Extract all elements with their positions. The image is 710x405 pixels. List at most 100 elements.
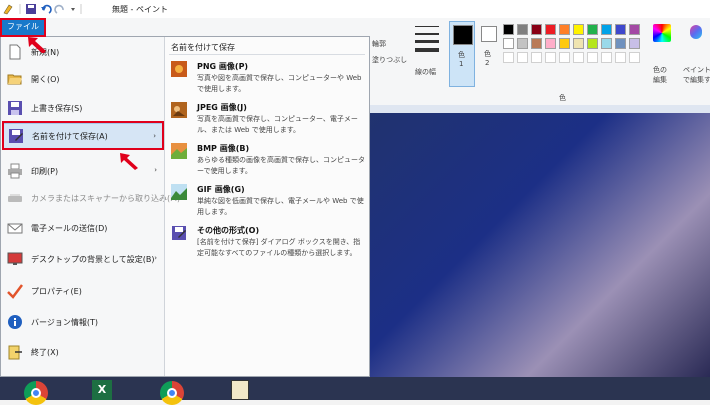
annotation-arrow-icon [28, 37, 46, 53]
custom-color-swatch[interactable] [559, 52, 570, 63]
fill-button[interactable]: 塗りつぶし [372, 55, 407, 65]
paint3d-label-1: ペイント [683, 66, 710, 74]
palette-swatch[interactable] [545, 38, 556, 49]
custom-color-swatch[interactable] [601, 52, 612, 63]
edit-colors-label-2: 編集 [653, 76, 667, 84]
save-as-jpeg[interactable]: JPEG 画像(J) 写真を高画質で保存し、コンピューター、電子メール、または … [171, 102, 366, 138]
color1-swatch [453, 25, 473, 45]
notepad-icon[interactable] [231, 380, 249, 400]
taskbar: X [0, 377, 710, 405]
other-formats-icon [172, 226, 186, 240]
canvas-edge [370, 105, 710, 113]
palette-swatch[interactable] [503, 38, 514, 49]
menu-item-email[interactable]: 電子メールの送信(D) [3, 215, 163, 241]
custom-color-swatch[interactable] [517, 52, 528, 63]
palette-swatch[interactable] [545, 24, 556, 35]
outline-button[interactable]: 輪郭 [372, 39, 386, 49]
custom-color-swatch[interactable] [503, 52, 514, 63]
submenu-divider [169, 54, 365, 55]
colors-group-label: 色 [559, 94, 566, 102]
palette-swatch[interactable] [615, 38, 626, 49]
canvas-background-image [370, 105, 710, 377]
window-title: 無題 - ペイント [112, 5, 168, 14]
edit-colors-label-1: 色の [653, 66, 667, 74]
custom-color-swatch[interactable] [587, 52, 598, 63]
save-as-other-formats[interactable]: その他の形式(O) [名前を付けて保存] ダイアログ ボックスを開き、指定可能な… [171, 225, 366, 261]
custom-color-swatch[interactable] [629, 52, 640, 63]
undo-icon [41, 4, 52, 14]
checkmark-icon [7, 284, 23, 299]
paint3d-icon [690, 25, 702, 39]
save-as-png[interactable]: PNG 画像(P) 写真や図を高画質で保存し、コンピューターや Web で使用し… [171, 61, 366, 97]
palette-swatch[interactable] [559, 24, 570, 35]
menu-item-about[interactable]: バージョン情報(T) [3, 309, 163, 335]
custom-color-swatch[interactable] [615, 52, 626, 63]
title-bar: 無題 - ペイント [0, 0, 710, 18]
palette-swatch[interactable] [559, 38, 570, 49]
color2-button[interactable]: 色 2 [477, 21, 501, 87]
png-image-icon [171, 61, 187, 77]
annotation-highlight-save-as [2, 121, 164, 150]
annotation-arrow-icon-2 [120, 153, 138, 170]
menu-item-scanner[interactable]: カメラまたはスキャナーから取り込み(M) [3, 185, 180, 211]
edit-colors-button[interactable]: 色の 編集 [649, 21, 675, 87]
palette-swatch[interactable] [573, 38, 584, 49]
exit-icon [8, 345, 22, 360]
email-icon [7, 223, 23, 234]
palette-swatch[interactable] [573, 24, 584, 35]
menu-item-save[interactable]: 上書き保存(S) [3, 95, 163, 121]
palette-swatch[interactable] [601, 38, 612, 49]
menu-item-properties[interactable]: プロパティ(E) [3, 278, 163, 304]
gif-image-icon [171, 184, 187, 200]
redo-icon [54, 4, 64, 14]
submenu-arrow-icon: › [154, 254, 157, 262]
color-wheel-icon [653, 24, 671, 42]
custom-color-swatch[interactable] [545, 52, 556, 63]
custom-color-swatch[interactable] [531, 52, 542, 63]
menu-item-desktop-background[interactable]: デスクトップの背景として設定(B) › [3, 246, 163, 272]
save-icon [8, 101, 22, 115]
size-label: 線の幅 [415, 68, 436, 76]
size-button[interactable]: 線の幅 [412, 22, 442, 84]
color2-label: 色 [484, 50, 491, 58]
edit-with-paint3d-button[interactable]: ペイント で編集す [680, 21, 710, 87]
save-as-gif[interactable]: GIF 画像(G) 単純な図を低画質で保存し、電子メールや Web で使用します… [171, 184, 366, 220]
palette-swatch[interactable] [629, 38, 640, 49]
palette-swatch[interactable] [531, 24, 542, 35]
palette-swatch[interactable] [517, 38, 528, 49]
quick-access-toolbar [3, 4, 82, 15]
file-menu: 新規(N) 開く(O) 上書き保存(S) 名前を付けて保存(A) › 印刷(P)… [0, 36, 370, 377]
palette-swatch[interactable] [601, 24, 612, 35]
chrome-icon-2[interactable] [160, 381, 184, 405]
color1-button[interactable]: 色 1 [449, 21, 475, 87]
line-width-icon [415, 26, 439, 52]
palette-swatch[interactable] [615, 24, 626, 35]
desktop-background-icon [7, 252, 23, 265]
menu-item-exit[interactable]: 終了(X) [3, 339, 163, 365]
palette-swatch[interactable] [531, 38, 542, 49]
palette-swatch[interactable] [587, 38, 598, 49]
palette-swatch[interactable] [503, 24, 514, 35]
info-icon [8, 315, 22, 329]
color2-swatch [481, 26, 497, 42]
jpeg-image-icon [171, 102, 187, 118]
file-menu-left-column: 新規(N) 開く(O) 上書き保存(S) 名前を付けて保存(A) › 印刷(P)… [1, 37, 180, 376]
paint3d-label-2: で編集す [683, 76, 710, 84]
palette-swatch[interactable] [629, 24, 640, 35]
palette-swatch[interactable] [587, 24, 598, 35]
color1-number: 1 [459, 60, 464, 68]
palette-swatch[interactable] [517, 24, 528, 35]
chrome-icon[interactable] [24, 381, 48, 405]
color2-number: 2 [485, 59, 490, 67]
color-palette [503, 22, 643, 86]
menu-item-open[interactable]: 開く(O) [3, 66, 163, 92]
scanner-icon [8, 194, 22, 202]
customize-dropdown-icon [71, 8, 75, 11]
excel-icon[interactable]: X [92, 380, 112, 400]
save-as-bmp[interactable]: BMP 画像(B) あらゆる種類の画像を高画質で保存し、コンピューターで使用しま… [171, 143, 366, 179]
custom-color-swatch[interactable] [573, 52, 584, 63]
paint-app-icon [3, 4, 13, 15]
open-folder-icon [7, 74, 22, 85]
printer-icon [8, 163, 22, 179]
menu-separator [164, 37, 165, 376]
